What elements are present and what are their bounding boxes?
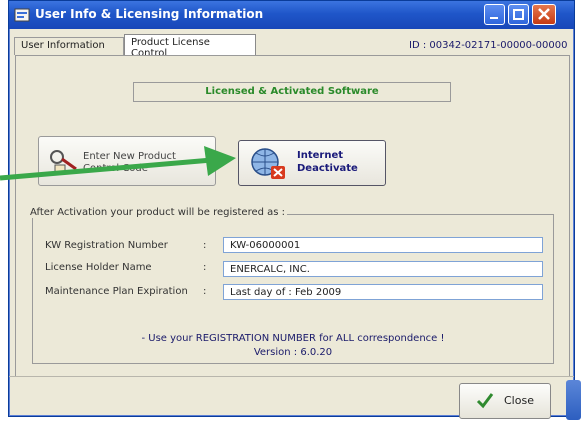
maintenance-expiration-colon: : [203, 286, 207, 297]
license-panel: Licensed & Activated Software Enter New … [15, 55, 570, 377]
close-icon [538, 8, 550, 20]
checkmark-icon [476, 393, 494, 409]
window-title: User Info & Licensing Information [35, 7, 264, 21]
minimize-button[interactable] [484, 4, 505, 25]
registration-number-colon: : [203, 240, 207, 251]
version-text: Version : 6.0.20 [253, 347, 333, 358]
license-status: Licensed & Activated Software [133, 82, 451, 102]
maximize-button[interactable] [508, 4, 529, 25]
tab-strip: User Information Product License Control… [9, 31, 574, 59]
maintenance-expiration-label: Maintenance Plan Expiration [45, 286, 188, 297]
maintenance-expiration-field[interactable]: Last day of : Feb 2009 [223, 284, 543, 300]
close-button-label: Close [504, 394, 534, 407]
close-window-button[interactable] [532, 4, 556, 25]
tab-user-information[interactable]: User Information [14, 37, 124, 55]
enter-button-line1: Enter New Product [83, 151, 176, 162]
maximize-icon [513, 9, 524, 20]
registration-group: KW Registration Number : KW-06000001 Lic… [32, 214, 554, 364]
close-button[interactable]: Close [459, 383, 551, 419]
registration-group-title: After Activation your product will be re… [28, 207, 288, 218]
footer: Close [9, 376, 574, 419]
app-icon [14, 8, 30, 22]
title-bar[interactable]: User Info & Licensing Information [9, 1, 574, 29]
background-window-edge [566, 380, 581, 420]
license-holder-field[interactable]: ENERCALC, INC. [223, 261, 543, 277]
registration-number-label: KW Registration Number [45, 240, 168, 251]
registration-number-field[interactable]: KW-06000001 [223, 237, 543, 253]
deactivate-button-line1: Internet [297, 150, 344, 161]
correspondence-note: - Use your REGISTRATION NUMBER for ALL c… [141, 333, 445, 344]
enter-product-code-button[interactable]: Enter New Product Control Code [38, 136, 216, 186]
tab-product-license-control[interactable]: Product License Control [124, 34, 256, 59]
product-id: ID : 00342-02171-00000-00000 [409, 40, 568, 51]
license-holder-label: License Holder Name [45, 262, 152, 273]
tab-label: User Information [21, 40, 105, 51]
internet-deactivate-button[interactable]: Internet Deactivate [238, 140, 386, 186]
license-holder-colon: : [203, 262, 207, 273]
globe-icon [251, 148, 285, 179]
minimize-icon [490, 17, 498, 19]
deactivate-button-line2: Deactivate [297, 163, 358, 174]
key-icon [50, 150, 77, 173]
license-window: User Info & Licensing Information User I… [8, 0, 575, 419]
enter-button-line2: Control Code [83, 163, 148, 174]
